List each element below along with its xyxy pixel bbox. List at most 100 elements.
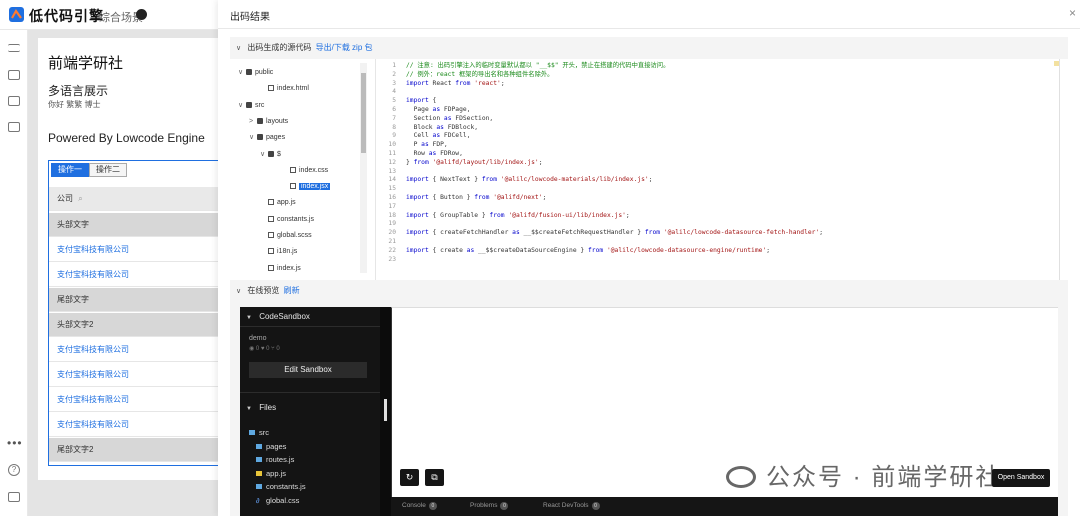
- file-tree-label: index.js: [277, 264, 301, 272]
- devtools-tab[interactable]: Problems 0: [470, 502, 509, 510]
- folder-icon: [268, 150, 274, 157]
- page-title: 前端学研社: [48, 55, 124, 72]
- chevron-down-icon[interactable]: ∨: [260, 149, 268, 161]
- table-header: 公司 ⌕: [49, 187, 219, 211]
- close-icon[interactable]: ×: [1069, 6, 1076, 20]
- file-tree-item[interactable]: index.html: [260, 83, 309, 95]
- watermark-text: 公众号 · 前端学研社: [766, 464, 1002, 491]
- devtools-tab[interactable]: React DevTools 0: [543, 502, 600, 510]
- file-tree-item[interactable]: ∨ src: [238, 100, 264, 112]
- sandbox-file-item[interactable]: constants.js: [256, 481, 306, 493]
- sandbox-header[interactable]: ▼ CodeSandbox: [246, 312, 310, 321]
- sandbox-project-name: demo: [249, 335, 267, 342]
- file-tree-item[interactable]: app.js: [260, 197, 296, 209]
- chevron-down-icon[interactable]: ∨: [249, 132, 257, 144]
- open-sandbox-button[interactable]: Open Sandbox: [992, 469, 1050, 487]
- file-tree-label: i18n.js: [277, 248, 298, 256]
- code-text: Block as FDBlock,: [406, 123, 479, 131]
- folder-icon: [257, 134, 263, 141]
- js-file-icon: [256, 470, 262, 476]
- sandbox-file-item[interactable]: routes.js: [256, 454, 294, 466]
- code-text: import { GroupTable } from '@alifd/fusio…: [406, 211, 630, 219]
- line-number: 12: [388, 158, 396, 166]
- devtools-tab-label: Problems: [470, 502, 498, 509]
- divider: [240, 392, 380, 393]
- file-tree-item[interactable]: ∨ public: [238, 67, 273, 79]
- group-table[interactable]: 操作一 操作二 公司 ⌕ 头部文字 支付宝科技有限公司 支付宝科技有限公司 尾部文字头…: [48, 160, 220, 466]
- search-icon[interactable]: ⌕: [78, 194, 82, 203]
- company-column-header: 公司: [57, 194, 73, 203]
- table-row[interactable]: 支付宝科技有限公司: [49, 363, 219, 387]
- files-header[interactable]: ▼ Files: [246, 403, 276, 412]
- line-number: 9: [392, 132, 396, 140]
- sandbox-file-item[interactable]: pages: [256, 441, 286, 453]
- app-logo-text: 低代码引擎: [29, 8, 104, 24]
- sandbox-file-label: constants.js: [266, 482, 306, 491]
- sandbox-file-item[interactable]: src: [249, 427, 269, 439]
- line-number: 11: [388, 150, 396, 157]
- chevron-down-icon: ∨: [236, 45, 242, 52]
- scrollbar-thumb[interactable]: [384, 399, 387, 421]
- file-icon: [290, 166, 296, 173]
- file-tree-item[interactable]: i18n.js: [260, 246, 297, 258]
- file-tree-item[interactable]: ∨ pages: [249, 132, 285, 144]
- table-row[interactable]: 支付宝科技有限公司: [49, 388, 219, 412]
- settings-icon[interactable]: [8, 492, 20, 502]
- sandbox-scrollbar[interactable]: [380, 307, 391, 516]
- file-tree-label: constants.js: [277, 215, 314, 223]
- file-tree-item[interactable]: ∨ $: [260, 149, 281, 161]
- file-tree-item[interactable]: global.scss: [260, 230, 312, 242]
- table-row[interactable]: 支付宝科技有限公司: [49, 238, 219, 262]
- table-row[interactable]: 支付宝科技有限公司: [49, 338, 219, 362]
- line-number: 6: [392, 106, 396, 113]
- code-text: import { Button } from '@alifd/next';: [406, 194, 547, 201]
- action-one-button[interactable]: 操作一: [51, 163, 89, 177]
- outline-icon[interactable]: [8, 44, 20, 52]
- more-icon[interactable]: •••: [7, 436, 23, 450]
- refresh-link[interactable]: 刷新: [284, 286, 300, 295]
- line-number: 10: [388, 141, 396, 149]
- line-number: 2: [392, 70, 396, 78]
- sandbox-file-label: src: [259, 428, 269, 437]
- preview-section-header[interactable]: ∨ 在线预览 刷新: [230, 280, 1068, 302]
- datasource-icon[interactable]: [8, 96, 20, 106]
- table-row[interactable]: 支付宝科技有限公司: [49, 413, 219, 437]
- table-row[interactable]: 支付宝科技有限公司: [49, 263, 219, 287]
- file-icon: [268, 248, 274, 255]
- help-icon[interactable]: ?: [8, 464, 20, 476]
- dialog-body: ∨ 出码生成的源代码 导出/下载 zip 包 ∨ public index.html…: [230, 37, 1068, 516]
- component-icon[interactable]: [8, 70, 20, 80]
- chevron-down-icon[interactable]: ∨: [238, 100, 246, 112]
- file-tree-item[interactable]: index.jsx: [282, 181, 331, 193]
- file-tree-item[interactable]: > layouts: [249, 116, 288, 128]
- sandbox-file-item[interactable]: ∂ global.css: [256, 495, 299, 507]
- download-zip-link[interactable]: 导出/下载 zip 包: [316, 43, 373, 52]
- chevron-right-icon[interactable]: >: [249, 116, 257, 128]
- code-editor[interactable]: 1 // 注意: 出码引擎注入的临时变量默认都以 "__$$" 开头，禁止在搭建的…: [376, 59, 1068, 280]
- code-section-header[interactable]: ∨ 出码生成的源代码 导出/下载 zip 包: [230, 37, 1068, 59]
- devtools-tab[interactable]: Console 0: [402, 502, 437, 510]
- sandbox-file-item[interactable]: app.js: [256, 468, 286, 480]
- wechat-logo-icon: [726, 466, 756, 488]
- line-number: 3: [392, 79, 396, 87]
- action-two-button[interactable]: 操作二: [89, 163, 127, 177]
- github-icon[interactable]: [136, 9, 147, 20]
- file-tree-label: $: [277, 150, 281, 158]
- line-number: 18: [388, 211, 396, 219]
- count-badge: 0: [428, 502, 437, 510]
- file-tree-label: src: [255, 101, 265, 109]
- codesandbox-sidebar: ▼ CodeSandbox demo ◉ 0 ♥ 0 ⑂ 0 Edit Sand…: [240, 307, 380, 516]
- file-tree-item[interactable]: index.js: [260, 263, 301, 275]
- refresh-icon[interactable]: ↻: [400, 469, 419, 486]
- file-tree-item[interactable]: constants.js: [260, 214, 314, 226]
- code-icon[interactable]: [8, 122, 20, 132]
- chevron-down-icon[interactable]: ∨: [238, 67, 246, 79]
- scrollbar-thumb[interactable]: [361, 73, 366, 153]
- edit-sandbox-button[interactable]: Edit Sandbox: [249, 362, 367, 378]
- folder-icon: [256, 443, 262, 449]
- file-tree-scrollbar[interactable]: [360, 63, 367, 273]
- open-new-window-icon[interactable]: ⧉: [425, 469, 444, 486]
- file-tree-item[interactable]: index.css: [282, 165, 328, 177]
- file-tree-label: app.js: [277, 199, 296, 207]
- powered-by-text: Powered By Lowcode Engine: [48, 131, 205, 145]
